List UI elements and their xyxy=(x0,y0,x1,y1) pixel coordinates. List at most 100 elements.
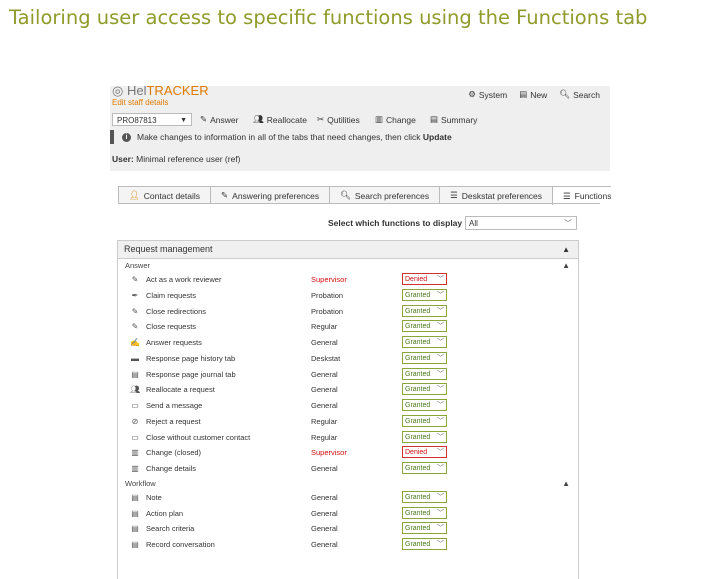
chevron-down-icon: ﹀ xyxy=(437,493,444,501)
people-icon: 👥︎ xyxy=(130,385,141,395)
info-message: i Make changes to information in all of … xyxy=(122,132,452,142)
function-name: Close redirections xyxy=(146,306,207,316)
chevron-down-icon: ﹀ xyxy=(437,541,444,548)
document-icon: ▥ xyxy=(131,464,139,473)
permission-select[interactable]: Granted ﹀ xyxy=(402,506,447,519)
function-name: Act as a work reviewer xyxy=(146,275,222,284)
permission-select[interactable]: Granted ﹀ xyxy=(402,462,447,474)
edit-icon: ✍ xyxy=(130,338,140,347)
function-row: ▤ Action plan General Granted ﹀ xyxy=(118,506,578,522)
function-name: Response page journal tab xyxy=(146,369,236,379)
qutilities-button[interactable]: ✂ Qutilities xyxy=(317,114,360,125)
new-icon: ▤ xyxy=(519,89,528,99)
pencil-icon: ✎ xyxy=(131,306,139,316)
helptracker-window: ◎ HelTRACKER Edit staff details ⚙ System … xyxy=(110,86,611,579)
function-filter-select[interactable]: All ﹀ xyxy=(465,216,577,230)
summary-icon: ▤ xyxy=(430,114,439,124)
permission-select[interactable]: Granted ﹀ xyxy=(402,538,447,550)
tab-contact-details[interactable]: 👤︎ Contact details xyxy=(118,186,212,204)
permission-select[interactable]: Granted ﹀ xyxy=(402,490,447,503)
function-level: Supervisor xyxy=(311,275,347,284)
note-icon: ▤ xyxy=(131,540,139,549)
edit-icon: ✎ xyxy=(200,114,208,124)
function-level: Regular xyxy=(311,432,338,442)
journal-icon: ▤ xyxy=(131,369,139,379)
system-link[interactable]: ⚙ System xyxy=(468,89,507,100)
permission-select[interactable]: Granted ﹀ xyxy=(402,414,447,427)
answer-button[interactable]: ✎ Answer xyxy=(200,114,238,125)
function-row: ▤ Response page journal tab General Granted… xyxy=(118,367,578,383)
function-row: ✎ Act as a work reviewer Supervisor Denied ﹀ xyxy=(118,272,578,288)
note-icon: ▤ xyxy=(131,492,139,502)
panel-header[interactable]: Request management ▲ xyxy=(118,241,578,259)
note-icon: ▤ xyxy=(131,508,139,518)
reference-select[interactable]: PRO87813 ▼ xyxy=(112,113,192,126)
permission-select[interactable]: Granted ﹀ xyxy=(402,383,447,396)
function-level: Deskstat xyxy=(311,353,341,363)
change-button[interactable]: ▥ Change xyxy=(375,114,416,125)
permission-select[interactable]: Granted ﹀ xyxy=(402,522,447,535)
section-answer[interactable]: Answer ▲ xyxy=(118,259,578,272)
function-name: Action plan xyxy=(146,508,184,518)
permission-select[interactable]: Denied ﹀ xyxy=(402,446,447,459)
folder-icon: ▭ xyxy=(131,432,139,442)
function-row: ▭ Send a message General Granted ﹀ xyxy=(118,398,578,414)
sliders-icon: ☰ xyxy=(450,190,458,200)
tab-deskstat-preferences[interactable]: ☰ Deskstat preferences xyxy=(439,186,554,204)
summary-button[interactable]: ▤ Summary xyxy=(430,114,477,125)
function-name: Close requests xyxy=(146,322,197,332)
function-name: Send a message xyxy=(146,401,203,410)
permission-select[interactable]: Denied ﹀ xyxy=(402,273,447,285)
function-level: Supervisor xyxy=(311,448,347,458)
function-level: General xyxy=(311,385,338,395)
new-link[interactable]: ▤ New xyxy=(519,89,547,100)
reallocate-button[interactable]: 👥︎ Reallocate xyxy=(253,114,307,125)
workflow-rows: ▤ Note General Granted ﹀ ▤ Action plan General G… xyxy=(118,490,578,553)
tab-answering-preferences[interactable]: ✎ Answering preferences xyxy=(210,186,331,204)
message-icon: ▭ xyxy=(131,401,139,410)
permission-select[interactable]: Granted ﹀ xyxy=(402,288,447,301)
collapse-icon[interactable]: ▲ xyxy=(562,477,570,490)
function-row: ✎ Close requests Regular Granted ﹀ xyxy=(118,319,578,335)
chevron-down-icon: ﹀ xyxy=(437,465,444,472)
collapse-icon[interactable]: ▲ xyxy=(562,259,570,272)
function-name: Close without customer contact xyxy=(146,432,251,442)
function-name: Search criteria xyxy=(146,524,195,534)
permission-select[interactable]: Granted ﹀ xyxy=(402,367,447,380)
function-name: Answer requests xyxy=(146,338,202,347)
chevron-down-icon: ﹀ xyxy=(437,449,444,457)
header-bar: ◎ HelTRACKER Edit staff details ⚙ System … xyxy=(110,86,610,171)
search-link[interactable]: 🔍︎ Search xyxy=(559,89,600,100)
permission-select[interactable]: Granted ﹀ xyxy=(402,430,447,443)
permission-select[interactable]: Granted ﹀ xyxy=(402,336,447,348)
history-icon: ▬ xyxy=(131,353,139,363)
function-level: Regular xyxy=(311,416,338,426)
tab-strip: 👤︎ Contact details ✎ Answering preferences… xyxy=(118,186,611,205)
function-level: General xyxy=(311,338,338,347)
permission-select[interactable]: Granted ﹀ xyxy=(402,304,447,317)
function-row: ▤ Note General Granted ﹀ xyxy=(118,490,578,506)
chevron-down-icon: ﹀ xyxy=(437,354,444,362)
function-row: ✍ Answer requests General Granted ﹀ xyxy=(118,335,578,351)
page-subtitle: Edit staff details xyxy=(112,98,169,107)
answer-rows: ✎ Act as a work reviewer Supervisor Denied ﹀… xyxy=(118,272,578,477)
permission-select[interactable]: Granted ﹀ xyxy=(402,399,447,411)
search-icon: 🔍︎ xyxy=(340,190,351,200)
permission-select[interactable]: Granted ﹀ xyxy=(402,320,447,333)
function-row: ▭ Close without customer contact Regular Gr… xyxy=(118,430,578,446)
reject-icon: ⊘ xyxy=(131,416,139,426)
section-workflow[interactable]: Workflow ▲ xyxy=(118,477,578,490)
chevron-down-icon: ﹀ xyxy=(437,276,444,283)
chevron-down-icon: ﹀ xyxy=(564,219,572,228)
quill-icon: ✒ xyxy=(131,290,139,300)
info-icon: i xyxy=(122,132,131,142)
permission-select[interactable]: Granted ﹀ xyxy=(402,351,447,364)
function-level: General xyxy=(311,524,338,534)
chevron-down-icon: ﹀ xyxy=(437,307,444,315)
function-row: ▤ Search criteria General Granted ﹀ xyxy=(118,521,578,537)
collapse-icon[interactable]: ▲ xyxy=(562,241,570,258)
function-level: General xyxy=(311,492,338,502)
function-level: Probation xyxy=(311,306,344,316)
tab-search-preferences[interactable]: 🔍︎ Search preferences xyxy=(329,186,441,204)
chevron-down-icon: ﹀ xyxy=(437,509,444,517)
